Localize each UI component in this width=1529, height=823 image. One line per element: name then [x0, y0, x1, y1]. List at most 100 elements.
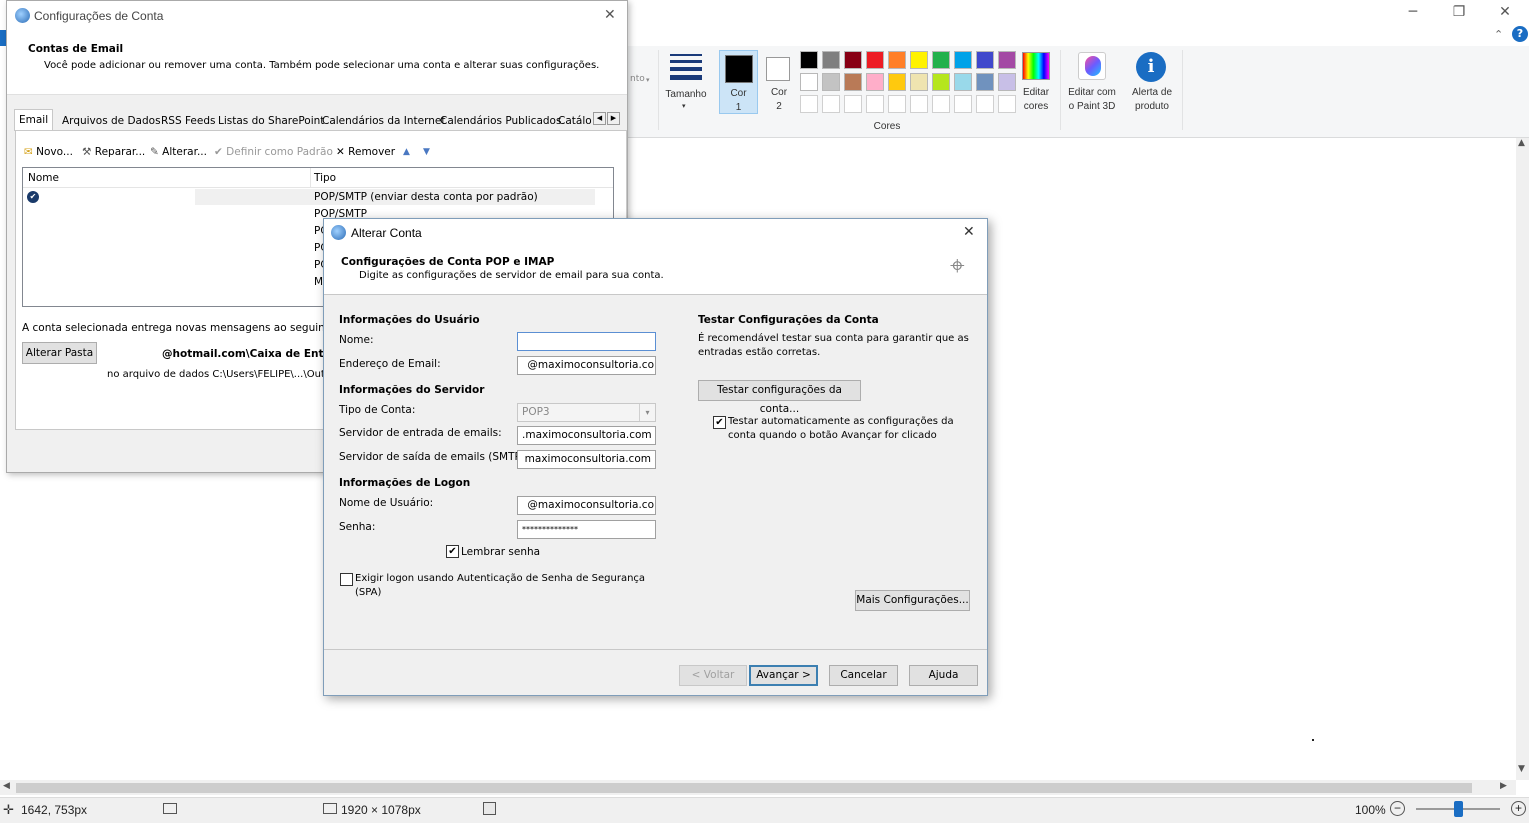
outgoing-server-field[interactable]: maximoconsultoria.com [517, 450, 656, 469]
collapse-ribbon-icon[interactable]: ⌃ [1494, 28, 1503, 41]
scroll-down-icon[interactable]: ▼ [1518, 764, 1525, 774]
remember-password-checkbox[interactable]: ✔ [446, 545, 459, 558]
palette-swatch[interactable] [910, 51, 928, 69]
set-default-label: Definir como Padrão [226, 146, 333, 158]
product-alert-button[interactable]: i Alerta de produto [1124, 50, 1180, 116]
palette-swatch[interactable] [844, 51, 862, 69]
close-icon[interactable]: ✕ [963, 224, 975, 240]
change-folder-button[interactable]: Alterar Pasta [22, 342, 97, 364]
table-row[interactable]: POP/SMTP (enviar desta conta por padrão) [195, 189, 595, 205]
tab-scroll-right-icon[interactable]: ▶ [607, 112, 620, 125]
spa-label-2: (SPA) [355, 587, 382, 598]
repair-icon: ⚒ [82, 146, 92, 158]
palette-swatch-empty[interactable] [998, 95, 1016, 113]
data-file-path: no arquivo de dados C:\Users\FELIPE\...\… [107, 369, 334, 380]
edit-colors-button[interactable]: Editar cores [1018, 50, 1054, 116]
palette-swatch-empty[interactable] [954, 95, 972, 113]
auto-test-checkbox[interactable]: ✔ [713, 416, 726, 429]
tab-scroll-left-icon[interactable]: ◀ [593, 112, 606, 125]
tab-data-files[interactable]: Arquivos de Dados [58, 111, 165, 131]
palette-swatch-empty[interactable] [888, 95, 906, 113]
palette-swatch[interactable] [888, 51, 906, 69]
help-button[interactable]: Ajuda [909, 665, 978, 686]
palette-swatch[interactable] [976, 51, 994, 69]
username-field[interactable]: @maximoconsultoria.co [517, 496, 656, 515]
scroll-left-icon[interactable]: ◀ [3, 781, 10, 791]
palette-swatch[interactable] [800, 51, 818, 69]
palette-swatch[interactable] [822, 73, 840, 91]
palette-swatch-empty[interactable] [800, 95, 818, 113]
help-icon[interactable]: ? [1512, 26, 1528, 42]
color1-button[interactable]: Cor 1 [719, 50, 758, 114]
restore-icon[interactable]: ❐ [1436, 4, 1482, 20]
spa-checkbox[interactable] [340, 573, 353, 586]
palette-swatch[interactable] [932, 73, 950, 91]
account-settings-header: Contas de Email Você pode adicionar ou r… [7, 31, 627, 95]
palette-swatch[interactable] [866, 51, 884, 69]
palette-swatch[interactable] [888, 73, 906, 91]
cancel-button[interactable]: Cancelar [829, 665, 898, 686]
set-default-button[interactable]: ✔ Definir como Padrão [214, 144, 333, 160]
tab-email[interactable]: Email [14, 109, 54, 131]
palette-swatch-empty[interactable] [976, 95, 994, 113]
palette-swatch-empty[interactable] [866, 95, 884, 113]
incoming-server-field[interactable]: .maximoconsultoria.com [517, 426, 656, 445]
close-icon[interactable]: ✕ [604, 7, 616, 23]
palette-swatch[interactable] [932, 51, 950, 69]
move-up-icon[interactable]: ▲ [403, 144, 410, 160]
zoom-slider-thumb[interactable] [1454, 801, 1463, 817]
remove-button[interactable]: ✕ Remover [336, 144, 395, 160]
palette-swatch[interactable] [866, 73, 884, 91]
palette-swatch-empty[interactable] [932, 95, 950, 113]
tab-catalogs[interactable]: Catálo [554, 111, 594, 131]
zoom-in-icon[interactable]: + [1511, 801, 1526, 816]
palette-swatch-empty[interactable] [910, 95, 928, 113]
palette-swatch[interactable] [998, 73, 1016, 91]
move-down-icon[interactable]: ▼ [423, 144, 430, 160]
column-type[interactable]: Tipo [314, 172, 336, 184]
change-label: Alterar... [162, 146, 207, 158]
password-field[interactable]: ************** [517, 520, 656, 539]
tab-internet-calendars[interactable]: Calendários da Internet [318, 111, 450, 131]
zoom-out-icon[interactable]: − [1390, 801, 1405, 816]
palette-swatch-empty[interactable] [822, 95, 840, 113]
outlook-icon [331, 225, 346, 240]
scroll-right-icon[interactable]: ▶ [1500, 781, 1507, 791]
vertical-scrollbar[interactable]: ▲ ▼ [1516, 138, 1529, 780]
edit-paint3d-button[interactable]: Editar com o Paint 3D [1064, 50, 1120, 116]
next-button[interactable]: Avançar > [749, 665, 818, 686]
palette-swatch[interactable] [910, 73, 928, 91]
chevron-down-icon: ▾ [646, 76, 650, 84]
remove-icon: ✕ [336, 146, 345, 158]
tab-published-calendars[interactable]: Calendários Publicados [436, 111, 565, 131]
account-settings-title: Configurações de Conta [34, 9, 164, 23]
palette-swatch[interactable] [844, 73, 862, 91]
palette-swatch[interactable] [954, 73, 972, 91]
back-button[interactable]: < Voltar [679, 665, 747, 686]
palette-swatch[interactable] [954, 51, 972, 69]
new-account-button[interactable]: ✉ Novo... [24, 144, 73, 160]
more-settings-button[interactable]: Mais Configurações... [855, 590, 970, 611]
size-button[interactable]: Tamanho ▾ [662, 48, 710, 118]
color2-button[interactable]: Cor 2 [760, 50, 798, 114]
minimize-icon[interactable]: ─ [1390, 4, 1436, 20]
tab-sharepoint[interactable]: Listas do SharePoint [214, 111, 328, 131]
column-name[interactable]: Nome [28, 172, 59, 184]
close-icon[interactable]: ✕ [1482, 4, 1528, 20]
tab-rss-feeds[interactable]: RSS Feeds [157, 111, 219, 131]
horizontal-scroll-thumb[interactable] [16, 783, 1472, 793]
name-field[interactable] [517, 332, 656, 351]
palette-swatch[interactable] [976, 73, 994, 91]
scroll-up-icon[interactable]: ▲ [1518, 138, 1525, 148]
repair-button[interactable]: ⚒ Reparar... [82, 144, 145, 160]
palette-swatch[interactable] [998, 51, 1016, 69]
test-settings-button[interactable]: Testar configurações da conta... [698, 380, 861, 415]
palette-swatch-empty[interactable] [844, 95, 862, 113]
email-field[interactable]: @maximoconsultoria.co [517, 356, 656, 375]
palette-swatch[interactable] [800, 73, 818, 91]
check-circle-icon: ✔ [214, 146, 223, 158]
palette-swatch[interactable] [822, 51, 840, 69]
change-button[interactable]: ✎ Alterar... [150, 144, 207, 160]
account-type[interactable]: M [314, 276, 323, 288]
account-type-select[interactable]: POP3 ▾ [517, 403, 656, 422]
